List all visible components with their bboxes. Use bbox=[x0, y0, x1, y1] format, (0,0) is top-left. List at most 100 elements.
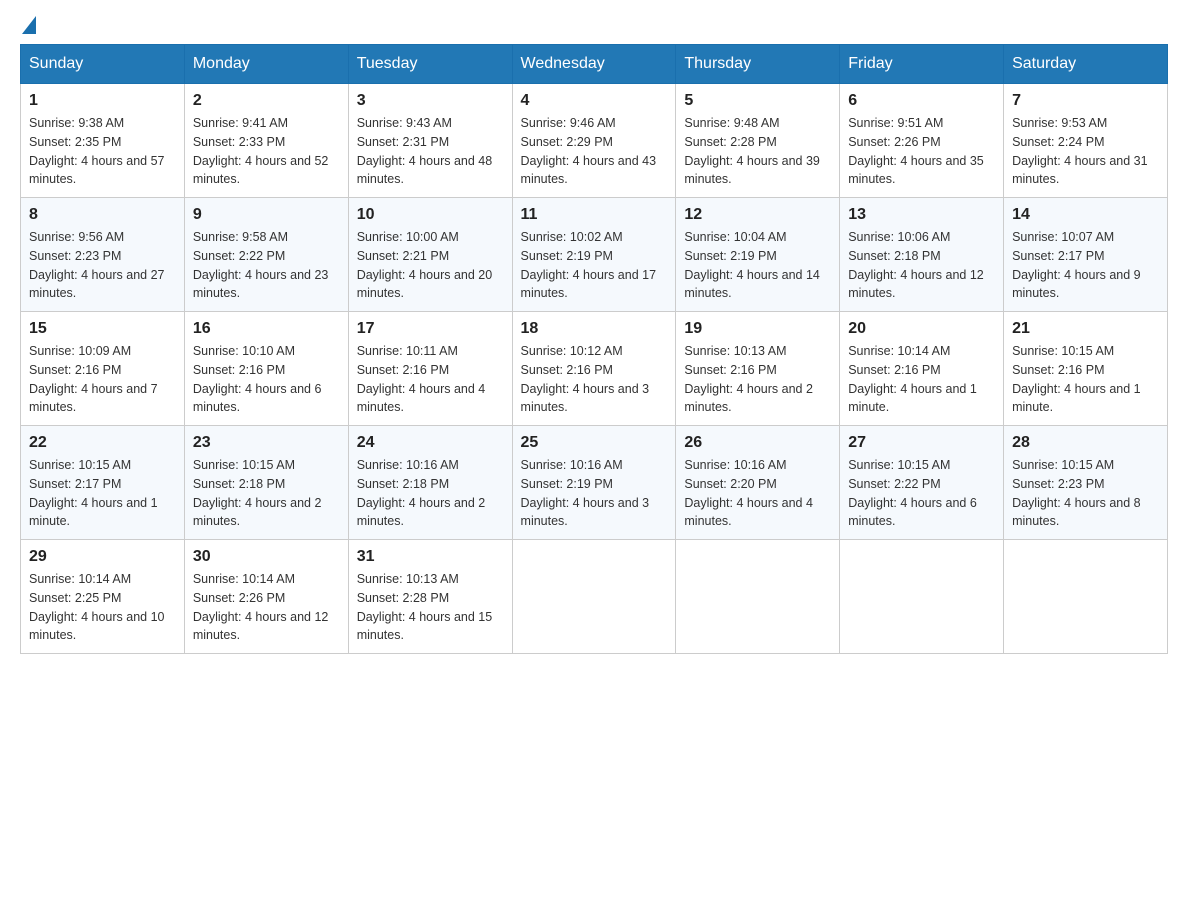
day-number: 31 bbox=[357, 548, 504, 566]
calendar-cell: 10 Sunrise: 10:00 AMSunset: 2:21 PMDaylig… bbox=[348, 198, 512, 312]
weekday-header-tuesday: Tuesday bbox=[348, 45, 512, 84]
day-number: 22 bbox=[29, 434, 176, 452]
day-info: Sunrise: 10:13 AMSunset: 2:16 PMDaylight… bbox=[684, 342, 831, 417]
day-info: Sunrise: 10:15 AMSunset: 2:17 PMDaylight… bbox=[29, 456, 176, 531]
day-info: Sunrise: 10:14 AMSunset: 2:16 PMDaylight… bbox=[848, 342, 995, 417]
calendar-cell: 9Sunrise: 9:58 AMSunset: 2:22 PMDaylight… bbox=[184, 198, 348, 312]
calendar-cell: 1 Sunrise: 9:38 AMSunset: 2:35 PMDaylight… bbox=[21, 84, 185, 198]
day-number: 21 bbox=[1012, 320, 1159, 338]
day-number: 23 bbox=[193, 434, 340, 452]
day-number: 8 bbox=[29, 206, 176, 224]
day-info: Sunrise: 10:14 AMSunset: 2:26 PMDaylight… bbox=[193, 570, 340, 645]
calendar-cell: 2 Sunrise: 9:41 AMSunset: 2:33 PMDaylight… bbox=[184, 84, 348, 198]
calendar-cell: 21 Sunrise: 10:15 AMSunset: 2:16 PMDaylig… bbox=[1004, 312, 1168, 426]
weekday-header-friday: Friday bbox=[840, 45, 1004, 84]
calendar-cell: 16Sunrise: 10:10 AMSunset: 2:16 PMDaylig… bbox=[184, 312, 348, 426]
weekday-header-monday: Monday bbox=[184, 45, 348, 84]
page-header bbox=[20, 20, 1168, 34]
day-info: Sunrise: 10:16 AMSunset: 2:18 PMDaylight… bbox=[357, 456, 504, 531]
day-info: Sunrise: 9:46 AMSunset: 2:29 PMDaylight:… bbox=[521, 114, 668, 189]
day-info: Sunrise: 10:16 AMSunset: 2:19 PMDaylight… bbox=[521, 456, 668, 531]
day-number: 7 bbox=[1012, 92, 1159, 110]
logo bbox=[20, 20, 36, 34]
day-info: Sunrise: 10:00 AMSunset: 2:21 PMDaylight… bbox=[357, 228, 504, 303]
calendar-table: SundayMondayTuesdayWednesdayThursdayFrid… bbox=[20, 44, 1168, 654]
calendar-cell: 4 Sunrise: 9:46 AMSunset: 2:29 PMDaylight… bbox=[512, 84, 676, 198]
day-number: 6 bbox=[848, 92, 995, 110]
day-number: 19 bbox=[684, 320, 831, 338]
calendar-cell: 19 Sunrise: 10:13 AMSunset: 2:16 PMDaylig… bbox=[676, 312, 840, 426]
day-number: 1 bbox=[29, 92, 176, 110]
day-info: Sunrise: 9:43 AMSunset: 2:31 PMDaylight:… bbox=[357, 114, 504, 189]
calendar-week-row: 1 Sunrise: 9:38 AMSunset: 2:35 PMDaylight… bbox=[21, 84, 1168, 198]
day-info: Sunrise: 10:16 AMSunset: 2:20 PMDaylight… bbox=[684, 456, 831, 531]
day-number: 26 bbox=[684, 434, 831, 452]
day-number: 9 bbox=[193, 206, 340, 224]
weekday-header-wednesday: Wednesday bbox=[512, 45, 676, 84]
day-number: 16 bbox=[193, 320, 340, 338]
calendar-cell: 30 Sunrise: 10:14 AMSunset: 2:26 PMDaylig… bbox=[184, 540, 348, 654]
day-number: 15 bbox=[29, 320, 176, 338]
calendar-cell: 14 Sunrise: 10:07 AMSunset: 2:17 PMDaylig… bbox=[1004, 198, 1168, 312]
day-info: Sunrise: 10:04 AMSunset: 2:19 PMDaylight… bbox=[684, 228, 831, 303]
calendar-cell: 28 Sunrise: 10:15 AMSunset: 2:23 PMDaylig… bbox=[1004, 426, 1168, 540]
calendar-cell: 5Sunrise: 9:48 AMSunset: 2:28 PMDaylight… bbox=[676, 84, 840, 198]
calendar-cell: 27Sunrise: 10:15 AMSunset: 2:22 PMDaylig… bbox=[840, 426, 1004, 540]
calendar-cell: 22 Sunrise: 10:15 AMSunset: 2:17 PMDaylig… bbox=[21, 426, 185, 540]
day-number: 29 bbox=[29, 548, 176, 566]
day-number: 25 bbox=[521, 434, 668, 452]
day-number: 14 bbox=[1012, 206, 1159, 224]
calendar-cell: 31 Sunrise: 10:13 AMSunset: 2:28 PMDaylig… bbox=[348, 540, 512, 654]
day-number: 10 bbox=[357, 206, 504, 224]
calendar-cell: 25 Sunrise: 10:16 AMSunset: 2:19 PMDaylig… bbox=[512, 426, 676, 540]
calendar-cell: 7 Sunrise: 9:53 AMSunset: 2:24 PMDaylight… bbox=[1004, 84, 1168, 198]
day-info: Sunrise: 9:38 AMSunset: 2:35 PMDaylight:… bbox=[29, 114, 176, 189]
day-info: Sunrise: 10:14 AMSunset: 2:25 PMDaylight… bbox=[29, 570, 176, 645]
calendar-cell: 29 Sunrise: 10:14 AMSunset: 2:25 PMDaylig… bbox=[21, 540, 185, 654]
calendar-cell: 15 Sunrise: 10:09 AMSunset: 2:16 PMDaylig… bbox=[21, 312, 185, 426]
calendar-cell: 6 Sunrise: 9:51 AMSunset: 2:26 PMDaylight… bbox=[840, 84, 1004, 198]
day-info: Sunrise: 9:41 AMSunset: 2:33 PMDaylight:… bbox=[193, 114, 340, 189]
day-info: Sunrise: 9:48 AMSunset: 2:28 PMDaylight:… bbox=[684, 114, 831, 189]
day-info: Sunrise: 10:15 AMSunset: 2:22 PMDaylight… bbox=[848, 456, 995, 531]
day-info: Sunrise: 10:09 AMSunset: 2:16 PMDaylight… bbox=[29, 342, 176, 417]
weekday-header-saturday: Saturday bbox=[1004, 45, 1168, 84]
day-number: 4 bbox=[521, 92, 668, 110]
day-info: Sunrise: 10:11 AMSunset: 2:16 PMDaylight… bbox=[357, 342, 504, 417]
weekday-header-row: SundayMondayTuesdayWednesdayThursdayFrid… bbox=[21, 45, 1168, 84]
day-number: 28 bbox=[1012, 434, 1159, 452]
calendar-cell: 17 Sunrise: 10:11 AMSunset: 2:16 PMDaylig… bbox=[348, 312, 512, 426]
day-info: Sunrise: 10:06 AMSunset: 2:18 PMDaylight… bbox=[848, 228, 995, 303]
calendar-cell: 24 Sunrise: 10:16 AMSunset: 2:18 PMDaylig… bbox=[348, 426, 512, 540]
day-number: 17 bbox=[357, 320, 504, 338]
day-number: 24 bbox=[357, 434, 504, 452]
day-info: Sunrise: 10:15 AMSunset: 2:23 PMDaylight… bbox=[1012, 456, 1159, 531]
calendar-cell: 13Sunrise: 10:06 AMSunset: 2:18 PMDaylig… bbox=[840, 198, 1004, 312]
day-number: 12 bbox=[684, 206, 831, 224]
calendar-cell bbox=[512, 540, 676, 654]
day-info: Sunrise: 9:51 AMSunset: 2:26 PMDaylight:… bbox=[848, 114, 995, 189]
calendar-cell bbox=[1004, 540, 1168, 654]
day-info: Sunrise: 10:13 AMSunset: 2:28 PMDaylight… bbox=[357, 570, 504, 645]
calendar-cell bbox=[840, 540, 1004, 654]
day-number: 2 bbox=[193, 92, 340, 110]
day-info: Sunrise: 10:12 AMSunset: 2:16 PMDaylight… bbox=[521, 342, 668, 417]
calendar-week-row: 15 Sunrise: 10:09 AMSunset: 2:16 PMDaylig… bbox=[21, 312, 1168, 426]
calendar-cell: 3Sunrise: 9:43 AMSunset: 2:31 PMDaylight… bbox=[348, 84, 512, 198]
calendar-cell: 11Sunrise: 10:02 AMSunset: 2:19 PMDaylig… bbox=[512, 198, 676, 312]
day-info: Sunrise: 10:02 AMSunset: 2:19 PMDaylight… bbox=[521, 228, 668, 303]
calendar-week-row: 22 Sunrise: 10:15 AMSunset: 2:17 PMDaylig… bbox=[21, 426, 1168, 540]
day-info: Sunrise: 10:15 AMSunset: 2:18 PMDaylight… bbox=[193, 456, 340, 531]
day-info: Sunrise: 10:15 AMSunset: 2:16 PMDaylight… bbox=[1012, 342, 1159, 417]
day-info: Sunrise: 9:53 AMSunset: 2:24 PMDaylight:… bbox=[1012, 114, 1159, 189]
weekday-header-sunday: Sunday bbox=[21, 45, 185, 84]
day-number: 30 bbox=[193, 548, 340, 566]
calendar-cell bbox=[676, 540, 840, 654]
calendar-week-row: 29 Sunrise: 10:14 AMSunset: 2:25 PMDaylig… bbox=[21, 540, 1168, 654]
calendar-cell: 8Sunrise: 9:56 AMSunset: 2:23 PMDaylight… bbox=[21, 198, 185, 312]
calendar-cell: 20 Sunrise: 10:14 AMSunset: 2:16 PMDaylig… bbox=[840, 312, 1004, 426]
day-number: 20 bbox=[848, 320, 995, 338]
day-number: 18 bbox=[521, 320, 668, 338]
calendar-week-row: 8Sunrise: 9:56 AMSunset: 2:23 PMDaylight… bbox=[21, 198, 1168, 312]
day-info: Sunrise: 10:07 AMSunset: 2:17 PMDaylight… bbox=[1012, 228, 1159, 303]
